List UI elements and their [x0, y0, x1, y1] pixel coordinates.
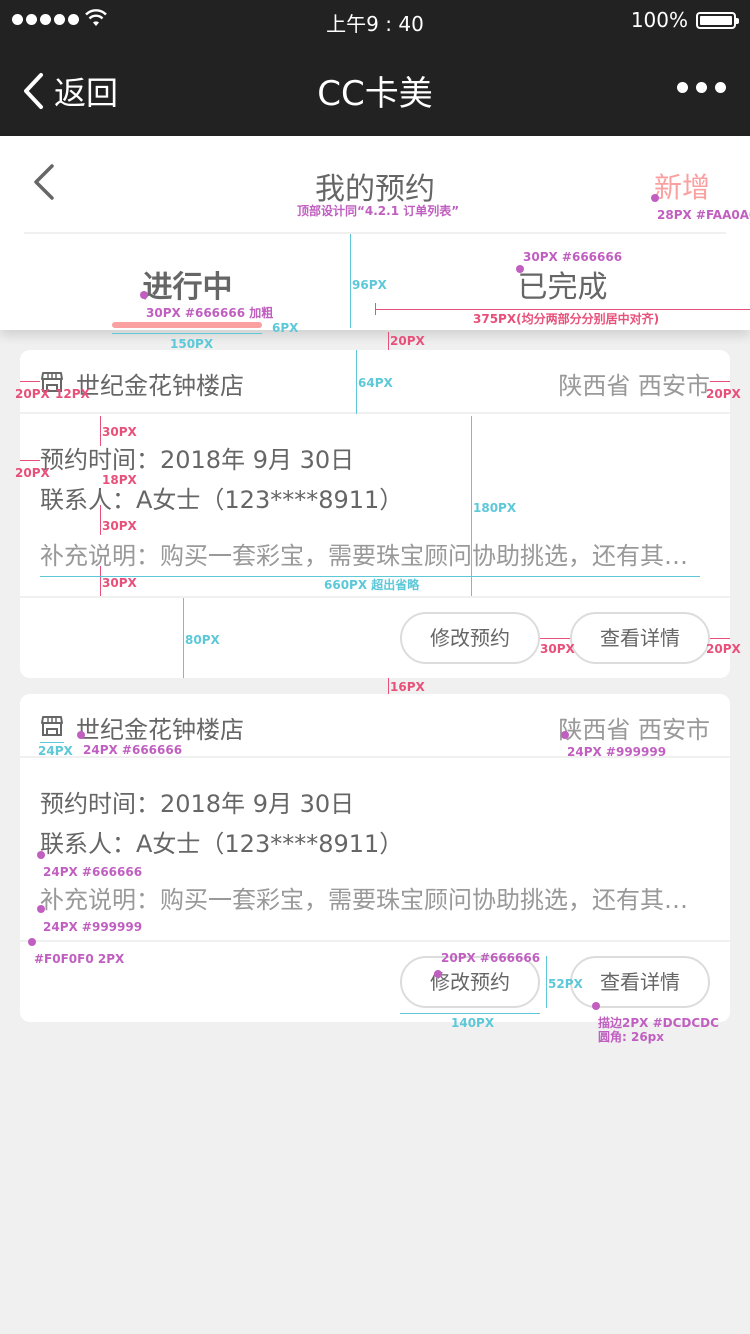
annotation-note-spec: 24PX #999999: [43, 920, 143, 934]
store-city: 陕西省 西安市: [558, 716, 710, 744]
appointment-time: 预约时间：2018年 9月 30日: [40, 790, 355, 818]
contact-person: 联系人：A女士（123****8911）: [40, 486, 404, 514]
appointment-time: 预约时间：2018年 9月 30日: [40, 446, 355, 474]
annotation-dot: [561, 731, 569, 739]
annotation-dot: [37, 851, 45, 859]
annotation-right-20: 20PX: [706, 387, 741, 401]
annotation-city-spec: 24PX #999999: [567, 745, 667, 759]
store-icon: [41, 716, 63, 736]
annotation-icon-gap-12: 12PX: [55, 387, 90, 401]
annotation-line: [183, 598, 184, 678]
tab-in-progress[interactable]: 进行中: [0, 262, 375, 306]
annotation-btn-width: 140PX: [451, 1016, 495, 1030]
annotation-gap-18: 18PX: [102, 473, 137, 487]
annotation-line: [710, 638, 730, 639]
annotation-line: [20, 381, 40, 382]
annotation-divider-spec: #F0F0F0 2PX: [34, 952, 125, 966]
tab-indicator: [112, 322, 262, 328]
card-divider: [20, 596, 730, 598]
annotation-line: [388, 332, 389, 350]
view-details-button[interactable]: 查看详情: [570, 612, 710, 664]
annotation-tab-width: 375PX(均分两部分分别居中对齐): [473, 312, 660, 326]
annotation-foot-80: 80PX: [185, 633, 220, 647]
annotation-body-180: 180PX: [473, 501, 517, 515]
navigation-bar: 返回 CC卡美: [0, 40, 750, 136]
annotation-line: [471, 416, 472, 596]
annotation-pad-30a: 30PX: [102, 425, 137, 439]
app-title: CC卡美: [317, 74, 433, 114]
card-body: 预约时间：2018年 9月 30日 联系人：A女士（123****8911） 补…: [40, 788, 700, 916]
annotation-contact-spec: 24PX #666666: [43, 865, 143, 879]
annotation-text-left-20: 20PX: [15, 466, 50, 480]
annotation-line: [375, 309, 750, 310]
annotation-line: [40, 742, 64, 743]
annotation-dot: [37, 905, 45, 913]
card-divider: [20, 940, 730, 942]
annotation-add-spec: 28PX #FAA0A0: [657, 208, 750, 222]
annotation-line: [20, 460, 40, 461]
annotation-text-width: 660PX 超出省略: [324, 578, 420, 592]
view-details-button[interactable]: 查看详情: [570, 956, 710, 1008]
annotation-line: [400, 1013, 540, 1014]
appointment-note: 补充说明：购买一套彩宝，需要珠宝顾问协助挑选，还有其…: [40, 886, 688, 914]
annotation-btn-gap-30: 30PX: [540, 642, 575, 656]
annotation-header-height: 96PX: [352, 278, 387, 292]
annotation-line: [540, 638, 570, 639]
contact-person: 联系人：A女士（123****8911）: [40, 830, 404, 858]
annotation-dot: [651, 194, 659, 202]
annotation-btn-radius-spec: 圆角: 26px: [598, 1030, 665, 1044]
annotation-line: [710, 381, 730, 382]
annotation-icon-24: 24PX: [38, 744, 73, 758]
annotation-top-64: 64PX: [358, 376, 393, 390]
annotation-dot: [28, 938, 36, 946]
annotation-card-gap-16: 16PX: [390, 680, 425, 694]
annotation-line: [100, 505, 101, 535]
annotation-line: [388, 678, 389, 694]
appointment-card: 世纪金花钟楼店 陕西省 西安市 预约时间：2018年 9月 30日 联系人：A女…: [20, 350, 730, 678]
annotation-indicator-h: 6PX: [272, 321, 299, 335]
annotation-line: [100, 566, 101, 596]
annotation-gap-20a: 20PX: [390, 334, 425, 348]
annotation-line: [100, 416, 101, 446]
store-name: 世纪金花钟楼店: [76, 372, 244, 400]
annotation-line: [356, 350, 357, 414]
annotation-tab-active-spec: 30PX #666666 加粗: [146, 306, 274, 320]
annotation-pad-30b: 30PX: [102, 519, 137, 533]
tab-completed[interactable]: 已完成: [375, 262, 750, 306]
add-button[interactable]: 新增: [654, 166, 710, 206]
page-title: 我的预约: [315, 172, 435, 207]
header-divider: [24, 232, 726, 234]
battery-icon: [696, 12, 739, 29]
annotation-line: [375, 303, 376, 315]
page-header: 我的预约 新增 进行中 已完成: [0, 136, 750, 330]
annotation-line: [112, 333, 262, 334]
annotation-line: [350, 234, 351, 328]
annotation-pad-30c: 30PX: [102, 576, 137, 590]
card-body: 预约时间：2018年 9月 30日 联系人：A女士（123****8911） 补…: [40, 444, 700, 572]
annotation-header-note: 顶部设计同“4.2.1 订单列表”: [297, 204, 460, 218]
annotation-indicator-w: 150PX: [170, 337, 214, 351]
appointment-note: 补充说明：购买一套彩宝，需要珠宝顾问协助挑选，还有其…: [40, 542, 688, 570]
annotation-left-20: 20PX: [15, 387, 50, 401]
annotation-tab-spec: 30PX #666666: [523, 250, 623, 264]
annotation-store-spec: 24PX #666666: [83, 743, 183, 757]
status-bar: 上午9 : 40 100%: [0, 0, 750, 40]
annotation-btn-right-20: 20PX: [706, 642, 741, 656]
annotation-btn-text-spec: 20PX #666666: [441, 951, 541, 965]
modify-appointment-button[interactable]: 修改预约: [400, 612, 540, 664]
annotation-dot: [140, 291, 148, 299]
store-name: 世纪金花钟楼店: [76, 716, 244, 744]
annotation-dot: [77, 731, 85, 739]
annotation-line: [546, 956, 547, 1008]
annotation-dot: [434, 970, 442, 978]
more-icon[interactable]: [677, 82, 726, 93]
annotation-dot: [592, 1002, 600, 1010]
annotation-btn-height: 52PX: [548, 977, 583, 991]
annotation-line: [40, 576, 700, 577]
annotation-btn-border-spec: 描边2PX #DCDCDC: [598, 1016, 719, 1030]
battery-percent: 100%: [630, 8, 688, 32]
annotation-dot: [516, 265, 524, 273]
store-city: 陕西省 西安市: [558, 372, 710, 400]
